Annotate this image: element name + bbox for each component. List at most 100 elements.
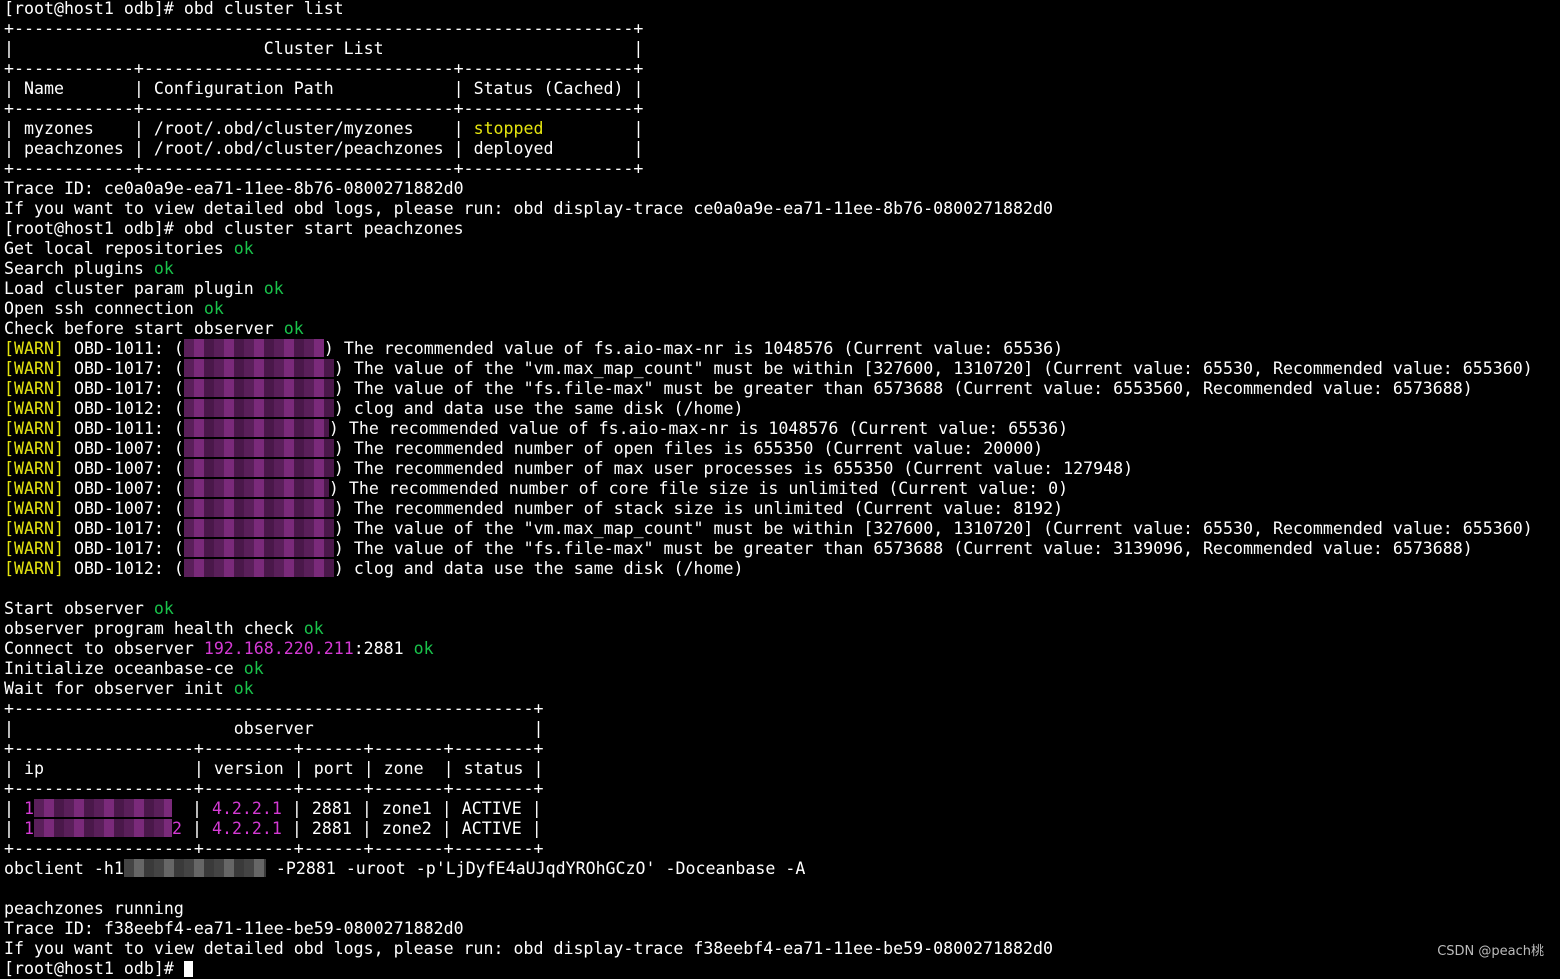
table-border: +------------+--------------------------… [4,159,644,178]
redacted-block [183,359,334,377]
step-line: Check before start observer ok [4,319,1533,339]
wait-line: Wait for observer init ok [4,679,1533,699]
warning-line: [WARN] OBD-1007: () The recommended numb… [4,459,1533,479]
warning-line: [WARN] OBD-1017: () The value of the "fs… [4,539,1533,559]
cursor [183,961,193,977]
version: 4.2.2.1 [211,819,292,838]
ok-status: ok [233,679,254,698]
watermark: CSDN @peach桃 [1437,944,1544,959]
terminal-output[interactable]: [root@host1 odb]# obd cluster list +-----… [4,0,1533,979]
table-border: +---------------------------------------… [4,699,544,718]
warn-code: OBD-1011: [73,339,164,358]
ok-status: ok [283,319,304,338]
warn-code: OBD-1007: [73,479,164,498]
warning-line: [WARN] OBD-1011: () The recommended valu… [4,419,1533,439]
warning-line: [WARN] OBD-1011: () The recommended valu… [4,339,1533,359]
ip-prefix: 1 [23,819,34,838]
text [64,399,74,418]
column-header: port [313,759,364,778]
cluster-status: stopped [473,119,634,138]
pipe: | [291,819,312,838]
text [294,619,304,638]
warn-message: The value of the "fs.file-max" must be g… [353,379,1473,398]
redacted-block [183,399,334,417]
pipe: | [633,139,644,158]
pad [172,799,192,818]
trace-hint: If you want to view detailed obd logs, p… [4,939,1533,959]
text: ) [333,519,354,538]
table-border: +------------------+---------+------+---… [4,839,544,858]
text [234,659,244,678]
step-label: Open ssh connection [4,299,194,318]
table-border: +------------+--------------------------… [4,59,1533,79]
pipe: | [453,79,474,98]
warn-tag: [WARN] [4,519,64,538]
warn-message: The value of the "vm.max_map_count" must… [353,359,1533,378]
warn-code: OBD-1012: [73,399,164,418]
zone: zone1 [381,799,442,818]
pipe: | [443,759,464,778]
pipe: | [291,799,312,818]
pipe: | [441,799,462,818]
cluster-table-row: | peachzones | /root/.obd/cluster/peachz… [4,139,1533,159]
pipe: | [533,759,544,778]
pipe: | [133,119,154,138]
redacted-block [183,439,334,457]
step-label: Start observer [4,599,144,618]
text [144,259,154,278]
running-status: peachzones running [4,899,184,918]
text [64,519,74,538]
command: [root@host1 odb]# obd cluster list [4,0,344,18]
warning-line: [WARN] OBD-1007: () The recommended numb… [4,479,1533,499]
text [64,359,74,378]
ok-status: ok [243,659,264,678]
text: ( [163,519,184,538]
config-path: /root/.obd/cluster/peachzones [153,139,454,158]
trace-id: Trace ID: ce0a0a9e-ea71-11ee-8b76-080027… [4,179,464,198]
text [64,419,74,438]
table-title: Cluster List [14,39,634,58]
redacted-block [33,799,172,817]
obclient-line: obclient -h1 -P2881 -uroot -p'LjDyfE4aUJ… [4,859,1533,879]
pipe: | [4,819,24,838]
observer-table-row: | 1 | 4.2.2.1 | 2881 | zone1 | ACTIVE | [4,799,1533,819]
init-line: Initialize oceanbase-ce ok [4,659,1533,679]
column-header: status [463,759,534,778]
text [64,499,74,518]
cluster-table-title: | Cluster List | [4,39,1533,59]
pipe: | [363,759,384,778]
pipe: | [633,119,644,138]
pipe: | [4,119,24,138]
step-label: Wait for observer init [4,679,224,698]
text [64,479,74,498]
warn-message: The recommended value of fs.aio-max-nr i… [343,339,1064,358]
table-border: +---------------------------------------… [4,19,1533,39]
version: 4.2.2.1 [211,799,292,818]
text: ( [163,439,184,458]
warn-tag: [WARN] [4,559,64,578]
cluster-table-header: | Name | Configuration Path | Status (Ca… [4,79,1533,99]
warn-tag: [WARN] [4,539,64,558]
pipe: | [453,119,474,138]
pipe: | [531,799,542,818]
text: ) [323,339,344,358]
text: ( [163,459,184,478]
text: ) [333,379,354,398]
text [194,299,204,318]
column-header: version [213,759,294,778]
text [64,339,74,358]
warn-tag: [WARN] [4,379,64,398]
ip-suffix: 2 [171,819,182,838]
redacted-block [123,859,266,877]
table-border: +------------+--------------------------… [4,159,1533,179]
warn-code: OBD-1007: [73,439,164,458]
text: ( [163,539,184,558]
pipe: | [133,79,154,98]
cluster-status: deployed [473,139,634,158]
table-border: +---------------------------------------… [4,699,1533,719]
redacted-block [33,819,172,837]
step-label: Initialize oceanbase-ce [4,659,234,678]
warn-message: clog and data use the same disk (/home) [353,399,744,418]
warn-code: OBD-1017: [73,519,164,538]
redacted-block [183,339,324,357]
